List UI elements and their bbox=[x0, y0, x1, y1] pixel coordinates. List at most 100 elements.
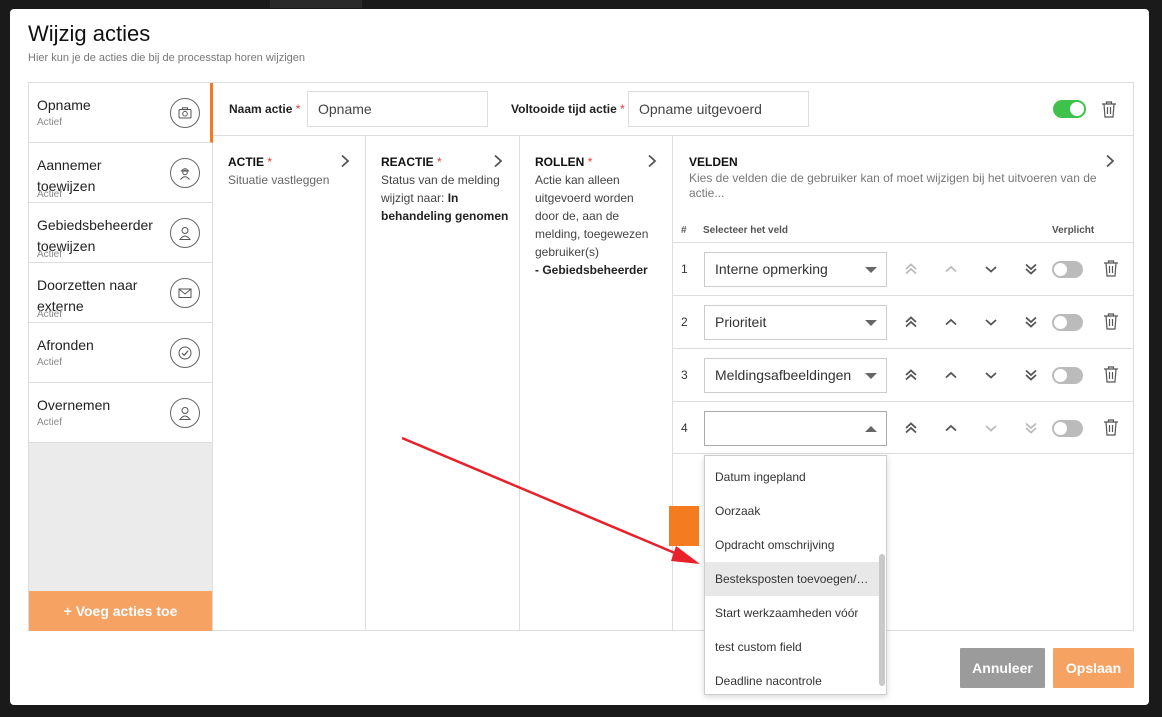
move-down-icon[interactable] bbox=[983, 420, 999, 436]
move-top-icon[interactable] bbox=[903, 367, 919, 383]
chevron-right-icon[interactable] bbox=[647, 154, 659, 168]
dropdown-option[interactable]: Start werkzaamheden vóór bbox=[705, 596, 879, 630]
sidebar-item-label: Opname bbox=[37, 97, 91, 113]
rollen-header-text: ROLLEN bbox=[535, 155, 585, 169]
rollen-description: Actie kan alleen uitgevoerd worden door … bbox=[535, 171, 648, 279]
completed-time-label: Voltooide tijd actie * bbox=[511, 102, 625, 116]
move-bottom-icon[interactable] bbox=[1023, 314, 1039, 330]
action-active-toggle[interactable] bbox=[1053, 100, 1086, 118]
delete-field-icon[interactable] bbox=[1103, 418, 1119, 436]
row-number: 1 bbox=[681, 262, 688, 276]
worker-icon bbox=[170, 158, 200, 188]
chevron-right-icon[interactable] bbox=[1105, 154, 1117, 168]
sidebar-item-afronden[interactable]: Afronden Actief bbox=[29, 323, 212, 383]
dropdown-scrollbar[interactable] bbox=[879, 554, 885, 686]
sidebar-item-label: Afronden bbox=[37, 337, 94, 353]
completed-time-input[interactable] bbox=[628, 91, 809, 127]
chevron-right-icon[interactable] bbox=[493, 154, 505, 168]
sidebar-item-aannemer-toewijzen[interactable]: Aannemer toewijzen Actief bbox=[29, 143, 212, 203]
field-row: 2 Prioriteit bbox=[673, 295, 1134, 348]
cancel-button[interactable]: Annuleer bbox=[960, 648, 1045, 688]
required-mark: * bbox=[295, 102, 301, 116]
reactie-description: Status van de melding wijzigt naar: In b… bbox=[381, 171, 508, 225]
rollen-column[interactable]: ROLLEN * Actie kan alleen uitgevoerd wor… bbox=[520, 136, 673, 631]
delete-field-icon[interactable] bbox=[1103, 312, 1119, 330]
delete-action-icon[interactable] bbox=[1101, 100, 1117, 118]
move-up-icon[interactable] bbox=[943, 420, 959, 436]
dropdown-option[interactable]: Oorzaak bbox=[705, 494, 879, 528]
move-bottom-icon[interactable] bbox=[1023, 420, 1039, 436]
field-row: 3 Meldingsafbeeldingen bbox=[673, 348, 1134, 401]
field-options-dropdown: Datum ingepland Oorzaak Opdracht omschri… bbox=[704, 455, 887, 695]
sidebar-item-status: Actief bbox=[37, 189, 63, 200]
dropdown-option[interactable]: test custom field bbox=[705, 630, 879, 664]
row-number: 4 bbox=[681, 421, 688, 435]
dropdown-option[interactable]: Datum ingepland bbox=[705, 460, 879, 494]
rollen-desc-line: Actie kan alleen bbox=[535, 173, 620, 187]
delete-field-icon[interactable] bbox=[1103, 259, 1119, 277]
dropdown-option[interactable]: Deadline nacontrole bbox=[705, 664, 879, 694]
field-select-open[interactable] bbox=[704, 411, 887, 446]
reactie-status-bold: behandeling genomen bbox=[381, 209, 509, 223]
caret-down-icon bbox=[865, 320, 877, 326]
move-bottom-icon[interactable] bbox=[1023, 261, 1039, 277]
chevron-right-icon[interactable] bbox=[340, 154, 352, 168]
background-strip bbox=[270, 0, 362, 8]
column-header-select: Selecteer het veld bbox=[703, 225, 789, 236]
rollen-desc-line: gebruiker(s) bbox=[535, 245, 600, 259]
caret-down-icon bbox=[865, 267, 877, 273]
add-action-button[interactable]: + Voeg acties toe bbox=[29, 591, 212, 631]
move-down-icon[interactable] bbox=[983, 261, 999, 277]
modal-subtitle: Hier kun je de acties die bij de process… bbox=[28, 52, 305, 64]
sidebar-item-overnemen[interactable]: Overnemen Actief bbox=[29, 383, 212, 443]
required-mark: * bbox=[620, 102, 625, 116]
reactie-status-bold: In bbox=[447, 191, 459, 205]
dropdown-option-highlighted[interactable]: Besteksposten toevoegen/… bbox=[705, 562, 879, 596]
move-down-icon[interactable] bbox=[983, 314, 999, 330]
column-header-num: # bbox=[681, 225, 687, 236]
editor-frame: Opname Actief Aannemer toewijzen Actief … bbox=[28, 82, 1134, 631]
field-select[interactable]: Prioriteit bbox=[704, 305, 887, 340]
delete-field-icon[interactable] bbox=[1103, 365, 1119, 383]
dropdown-option[interactable]: Opdracht omschrijving bbox=[705, 528, 879, 562]
add-field-button-partial[interactable] bbox=[669, 506, 699, 546]
save-button[interactable]: Opslaan bbox=[1053, 648, 1134, 688]
sidebar-item-opname[interactable]: Opname Actief bbox=[29, 83, 213, 143]
edit-actions-modal: Wijzig acties Hier kun je de acties die … bbox=[10, 9, 1149, 705]
field-select-value: Meldingsafbeeldingen bbox=[715, 367, 852, 383]
velden-header: VELDEN bbox=[689, 155, 738, 169]
required-toggle[interactable] bbox=[1052, 420, 1083, 437]
move-down-icon[interactable] bbox=[983, 367, 999, 383]
move-bottom-icon[interactable] bbox=[1023, 367, 1039, 383]
required-mark: * bbox=[587, 155, 593, 169]
field-select-value: Interne opmerking bbox=[715, 261, 828, 277]
sidebar-item-gebiedsbeheerder-toewijzen[interactable]: Gebiedsbeheerder toewijzen Actief bbox=[29, 203, 212, 263]
reactie-column[interactable]: REACTIE * Status van de melding wijzigt … bbox=[366, 136, 520, 631]
velden-description: Kies de velden die de gebruiker kan of m… bbox=[689, 171, 1097, 200]
modal-title: Wijzig acties bbox=[28, 21, 151, 46]
move-top-icon[interactable] bbox=[903, 420, 919, 436]
sidebar-item-status: Actief bbox=[37, 117, 63, 128]
move-top-icon[interactable] bbox=[903, 261, 919, 277]
field-select[interactable]: Meldingsafbeeldingen bbox=[704, 358, 887, 393]
move-up-icon[interactable] bbox=[943, 261, 959, 277]
action-name-input[interactable] bbox=[307, 91, 488, 127]
reactie-header-text: REACTIE bbox=[381, 155, 434, 169]
actie-description: Situatie vastleggen bbox=[228, 173, 330, 187]
move-up-icon[interactable] bbox=[943, 314, 959, 330]
sidebar-item-doorzetten-naar-externe[interactable]: Doorzetten naar externe Actief bbox=[29, 263, 212, 323]
field-select[interactable]: Interne opmerking bbox=[704, 252, 887, 287]
required-toggle[interactable] bbox=[1052, 261, 1083, 278]
required-toggle[interactable] bbox=[1052, 314, 1083, 331]
rollen-header: ROLLEN * bbox=[535, 155, 592, 169]
move-top-icon[interactable] bbox=[903, 314, 919, 330]
column-header-required: Verplicht bbox=[1052, 225, 1095, 236]
actie-column[interactable]: ACTIE * Situatie vastleggen bbox=[213, 136, 366, 631]
user-icon bbox=[170, 398, 200, 428]
required-toggle[interactable] bbox=[1052, 367, 1083, 384]
move-up-icon[interactable] bbox=[943, 367, 959, 383]
required-mark: * bbox=[267, 155, 273, 169]
sidebar-item-label: Overnemen bbox=[37, 397, 111, 413]
name-label-text: Naam actie bbox=[229, 102, 293, 116]
required-mark: * bbox=[437, 155, 442, 169]
